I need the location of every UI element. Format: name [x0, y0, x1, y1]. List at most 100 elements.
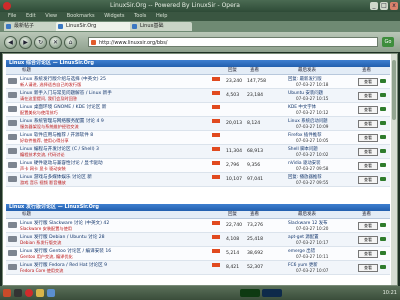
reload-button[interactable]: ↻: [34, 36, 47, 49]
topic-description: 声卡 网卡 显卡 驱动安装: [20, 166, 66, 171]
start-menu-icon[interactable]: [3, 289, 11, 297]
goto-icon[interactable]: [380, 163, 386, 167]
last-post-date: 07-03-27 10:15: [296, 96, 329, 101]
topic-row[interactable]: Linux 系统管理与网络服务配置 讨论 4 9 服务器架设与系统维护经验交流 20…: [6, 117, 390, 131]
window-titlebar[interactable]: LinuxSir.Org -- Powered By LinuxSir - Op…: [0, 0, 400, 12]
view-count: 97,041: [247, 177, 264, 182]
view-button[interactable]: 查看: [358, 264, 378, 272]
topic-row[interactable]: Linux 系统发行版介绍与选择 (中英文) 25 新人请进, 选择适合自己的发行…: [6, 75, 390, 89]
vertical-scrollbar[interactable]: [391, 54, 397, 285]
tab-linuxsir[interactable]: LinuxSir.Org: [56, 22, 140, 31]
view-button[interactable]: 查看: [358, 120, 378, 128]
topic-row[interactable]: Linux 发行版 Fedora / Red Hat 讨论区 9 Fedora C…: [6, 261, 390, 275]
go-button[interactable]: Go: [382, 37, 394, 47]
menu-edit[interactable]: Edit: [26, 13, 36, 19]
new-badge-icon: [212, 133, 220, 137]
new-badge-icon: [212, 105, 220, 109]
favicon-icon: [6, 24, 11, 29]
scrollbar-thumb[interactable]: [392, 60, 396, 120]
maximize-button[interactable]: □: [380, 2, 388, 10]
reply-count: 10,107: [226, 177, 243, 182]
goto-icon[interactable]: [380, 177, 386, 181]
window-title: LinuxSir.Org -- Powered By LinuxSir - Op…: [110, 2, 240, 9]
last-post-date: 07-03-27 10:12: [296, 110, 329, 115]
topic-description: 配置美化与使用技巧: [20, 110, 58, 115]
view-button[interactable]: 查看: [358, 222, 378, 230]
stop-button[interactable]: ✕: [49, 36, 62, 49]
menu-file[interactable]: File: [8, 13, 16, 19]
browser-icon[interactable]: [25, 289, 33, 297]
topic-row[interactable]: Linux 编程与开发讨论区 (C / Shell) 3 编程技术交流, 代码讨论…: [6, 145, 390, 159]
view-button[interactable]: 查看: [358, 106, 378, 114]
last-post-date: 07-03-27 10:05: [296, 138, 329, 143]
goto-icon[interactable]: [380, 93, 386, 97]
menu-widgets[interactable]: Widgets: [104, 13, 124, 19]
topic-row[interactable]: Linux 硬件驱动与兼容性讨论 / 显卡驱动 声卡 网卡 显卡 驱动安装 2,79…: [6, 159, 390, 173]
terminal-icon[interactable]: [14, 289, 22, 297]
new-badge-icon: [212, 161, 220, 165]
view-button[interactable]: 查看: [358, 236, 378, 244]
new-badge-icon: [212, 147, 220, 151]
new-badge-icon: [212, 175, 220, 179]
col-action: 查看: [362, 212, 371, 217]
last-post-date: 07-03-27 09:58: [296, 166, 329, 171]
col-title: 标题: [22, 212, 31, 217]
col-title: 标题: [22, 68, 31, 73]
goto-icon[interactable]: [380, 265, 386, 269]
topic-row[interactable]: Linux 发行版 Gentoo 讨论区 / 编译安装 16 Gentoo 用户交…: [6, 247, 390, 261]
view-button[interactable]: 查看: [358, 148, 378, 156]
favicon-icon: [132, 24, 137, 29]
forum-section: Linux 综合讨论区 — LinuxSir.Org 标题 回复 查看 最后发表…: [6, 60, 390, 187]
opera-logo-icon: [3, 2, 11, 10]
view-button[interactable]: 查看: [358, 92, 378, 100]
menu-bookmarks[interactable]: Bookmarks: [67, 13, 95, 19]
reply-count: 8,421: [226, 265, 240, 270]
mail-icon[interactable]: [47, 289, 55, 297]
menu-tools[interactable]: Tools: [134, 13, 146, 19]
goto-icon[interactable]: [380, 251, 386, 255]
col-replies: 回复: [228, 212, 237, 217]
reply-count: 22,740: [226, 223, 243, 228]
goto-icon[interactable]: [380, 135, 386, 139]
tab-linux-basics[interactable]: Linux基础: [130, 22, 192, 31]
address-bar[interactable]: http://www.linuxsir.org/bbs/: [88, 37, 378, 47]
topic-row[interactable]: Linux 桌面环境 GNOME / KDE 讨论区 新配置美化与使用技巧 KDE…: [6, 103, 390, 117]
col-last-post: 最后发表: [298, 68, 316, 73]
topic-row[interactable]: Linux 发行版 Slackware 讨论 (中英文) 42 Slackware…: [6, 219, 390, 233]
last-post-date: 07-03-27 10:18: [296, 82, 329, 87]
section-header[interactable]: Linux 综合讨论区 — LinuxSir.Org: [6, 60, 390, 67]
topic-row[interactable]: Linux 发行版 Debian / Ubuntu 讨论 28 Debian 系发…: [6, 233, 390, 247]
file-manager-icon[interactable]: [36, 289, 44, 297]
goto-icon[interactable]: [380, 79, 386, 83]
home-button[interactable]: ⌂: [64, 36, 77, 49]
goto-icon[interactable]: [380, 121, 386, 125]
new-badge-icon: [212, 221, 220, 225]
view-button[interactable]: 查看: [358, 134, 378, 142]
topic-row[interactable]: Linux 新手入门与常见问题解答 / Linux 新手 请在这里提问, 我们会及…: [6, 89, 390, 103]
section-header[interactable]: Linux 发行版讨论区 — LinuxSir.Org: [6, 204, 390, 211]
close-button[interactable]: x: [390, 2, 398, 10]
topic-row[interactable]: Linux 游戏与多媒体娱乐 讨论区 新游戏 音乐 视频 影音播放 10,107 9…: [6, 173, 390, 187]
back-button[interactable]: ◀: [4, 36, 17, 49]
topic-description: 请在这里提问, 我们会及时回答: [20, 96, 78, 101]
topic-status-icon: [8, 92, 17, 98]
view-button[interactable]: 查看: [358, 78, 378, 86]
menu-view[interactable]: View: [45, 13, 57, 19]
last-post-date: 07-03-27 10:09: [296, 124, 329, 129]
view-button[interactable]: 查看: [358, 176, 378, 184]
page-content[interactable]: Linux 综合讨论区 — LinuxSir.Org 标题 回复 查看 最后发表…: [2, 53, 398, 286]
topic-row[interactable]: Linux 软件应用与推荐 / 开源软件 8 好软件推荐, 使用心得分享 Firef…: [6, 131, 390, 145]
minimize-button[interactable]: _: [370, 2, 378, 10]
goto-icon[interactable]: [380, 107, 386, 111]
view-button[interactable]: 查看: [358, 162, 378, 170]
menu-bar: File Edit View Bookmarks Widgets Tools H…: [0, 12, 400, 21]
view-button[interactable]: 查看: [358, 250, 378, 258]
forward-button[interactable]: ▶: [19, 36, 32, 49]
last-post-date: 07-03-27 09:55: [296, 180, 329, 185]
topic-description: Gentoo 用户交流, 编译优化: [20, 254, 73, 259]
goto-icon[interactable]: [380, 149, 386, 153]
network-monitor-icon: [262, 289, 282, 297]
menu-help[interactable]: Help: [156, 13, 167, 19]
goto-icon[interactable]: [380, 223, 386, 227]
goto-icon[interactable]: [380, 237, 386, 241]
